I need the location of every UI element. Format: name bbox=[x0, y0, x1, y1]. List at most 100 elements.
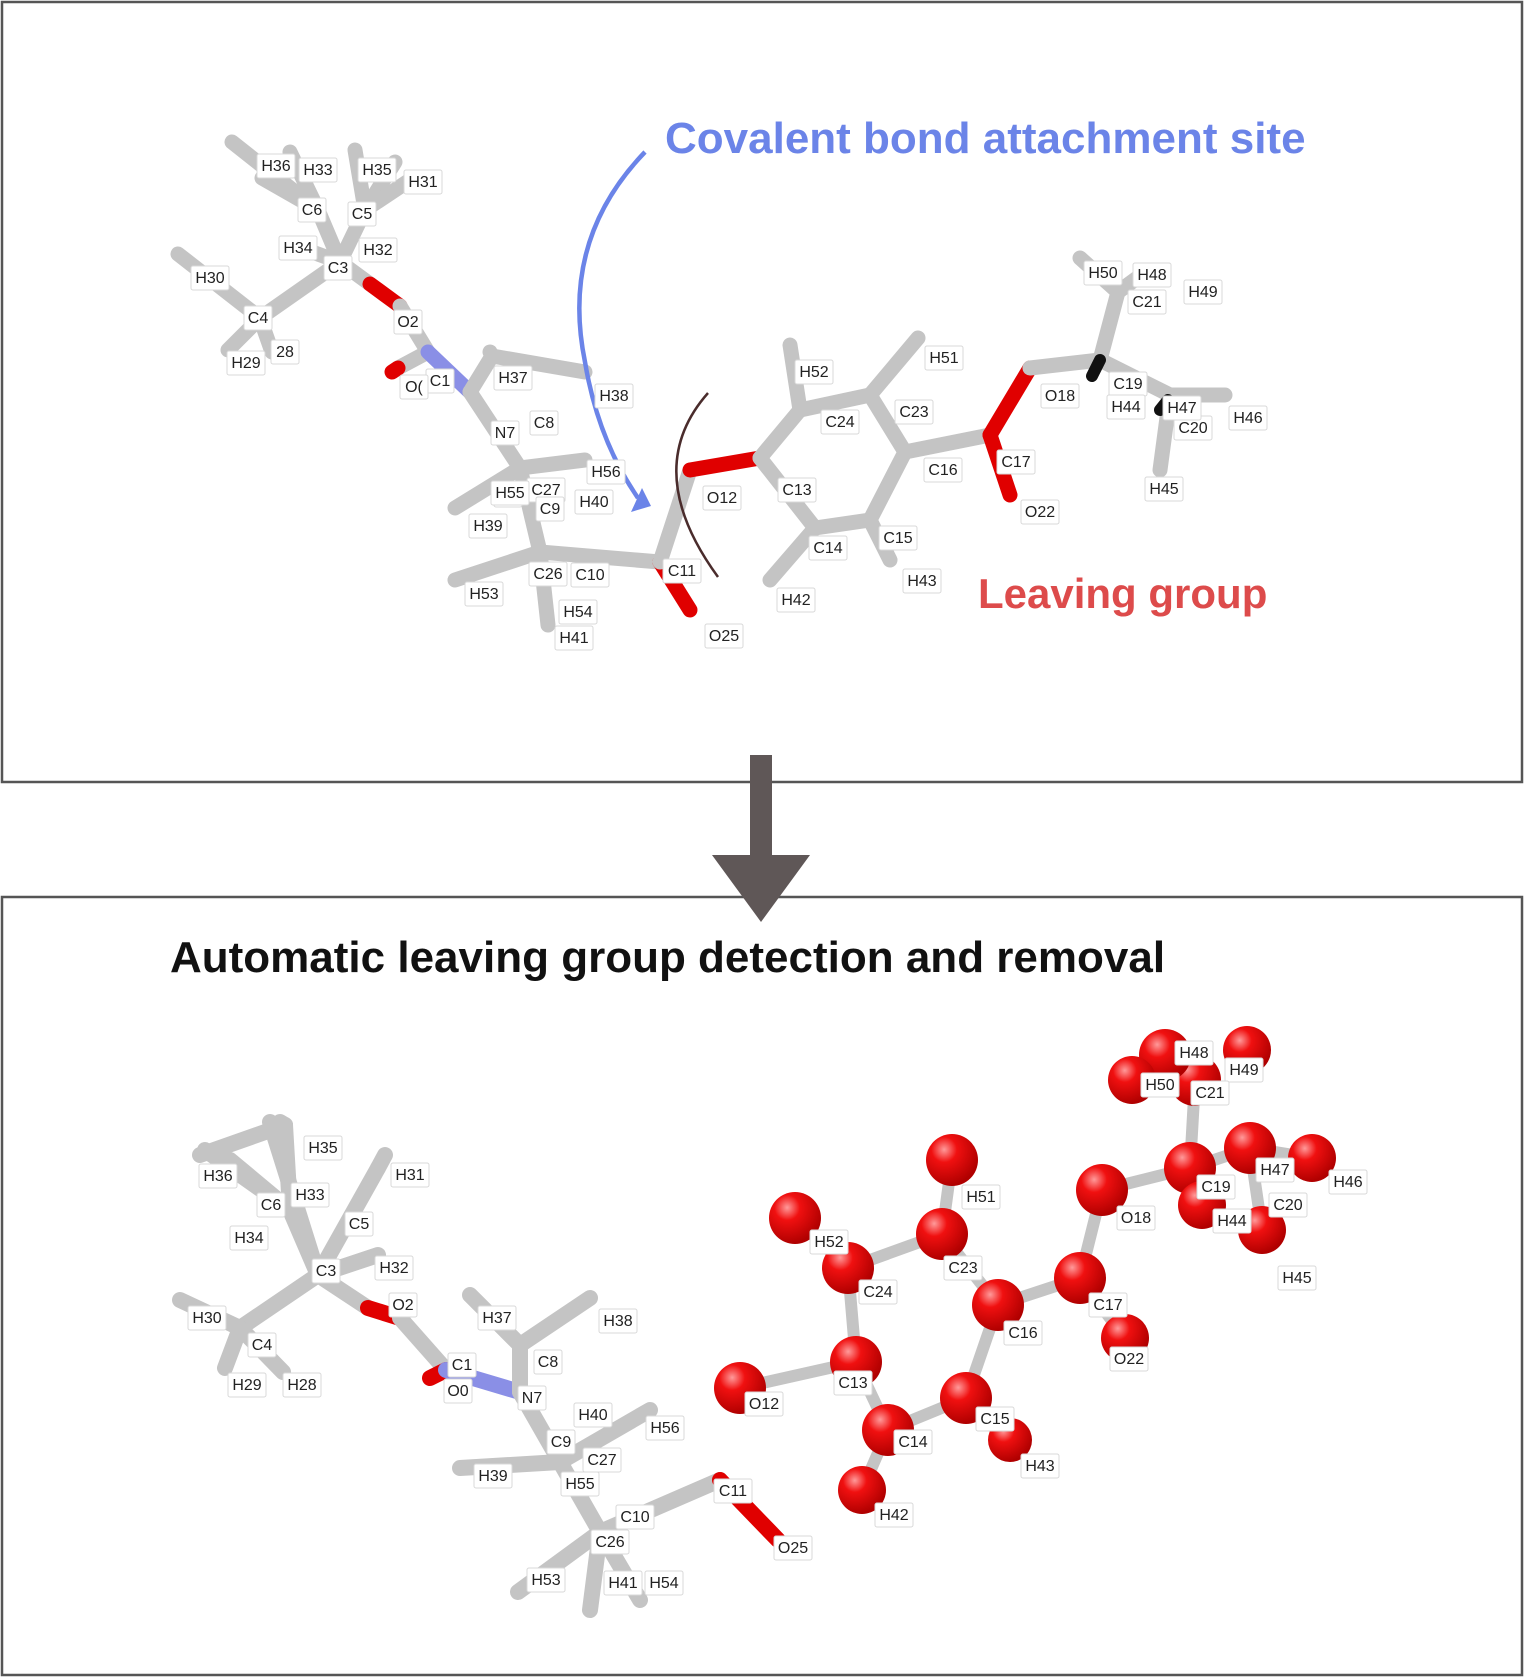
atom-label-text: H43 bbox=[907, 573, 936, 590]
atom-label: C24 bbox=[858, 1279, 898, 1305]
atom-label: C8 bbox=[533, 1349, 563, 1375]
atom-label: O18 bbox=[1116, 1205, 1156, 1231]
atom-label: H44 bbox=[1212, 1208, 1252, 1234]
atom-label: O( bbox=[399, 374, 429, 400]
atom-label: O25 bbox=[704, 623, 744, 649]
atom-label: H53 bbox=[526, 1567, 566, 1593]
atom-label-text: H40 bbox=[578, 1407, 607, 1424]
atom-label-text: H31 bbox=[408, 174, 437, 191]
atom-label: C1 bbox=[447, 1352, 477, 1378]
atom-label-text: O0 bbox=[447, 1383, 468, 1400]
atom-label: H55 bbox=[490, 480, 530, 506]
atom-label-text: H56 bbox=[650, 1420, 679, 1437]
atom-label: H32 bbox=[358, 237, 398, 263]
atom-label-text: H54 bbox=[649, 1575, 678, 1592]
atom-label-text: C8 bbox=[538, 1354, 559, 1371]
atom-label-text: C14 bbox=[813, 540, 842, 557]
atom-label-text: H39 bbox=[473, 518, 502, 535]
atom-label-text: C13 bbox=[838, 1375, 867, 1392]
atom-label: C10 bbox=[615, 1504, 655, 1530]
atom-label-text: H28 bbox=[287, 1377, 316, 1394]
atom-label-text: H42 bbox=[879, 1507, 908, 1524]
atom-label: H29 bbox=[226, 350, 266, 376]
atom-label-text: H52 bbox=[799, 364, 828, 381]
atom-label: H48 bbox=[1132, 262, 1172, 288]
atom-label-text: O2 bbox=[397, 314, 418, 331]
atom-label-text: H49 bbox=[1229, 1062, 1258, 1079]
atom-label-text: H47 bbox=[1260, 1162, 1289, 1179]
atom-label: H52 bbox=[809, 1229, 849, 1255]
atom-label: 28 bbox=[270, 339, 300, 365]
atom-label-text: C11 bbox=[719, 1483, 747, 1500]
atom-label-text: H29 bbox=[231, 355, 260, 372]
atom-label-text: C9 bbox=[540, 501, 561, 518]
atom-label-text: H39 bbox=[478, 1468, 507, 1485]
atom-label: O22 bbox=[1020, 499, 1060, 525]
atom-label: O2 bbox=[393, 309, 423, 335]
atom-label: H47 bbox=[1255, 1157, 1295, 1183]
atom-label-text: O22 bbox=[1114, 1351, 1144, 1368]
atom-label-text: H34 bbox=[283, 240, 312, 257]
atom-label-text: H54 bbox=[563, 604, 592, 621]
atom-label: C9 bbox=[535, 496, 565, 522]
atom-label: H42 bbox=[874, 1502, 914, 1528]
attachment-site-label: Covalent bond attachment site bbox=[665, 114, 1306, 163]
atom-label: O18 bbox=[1040, 383, 1080, 409]
atom-label: H49 bbox=[1224, 1057, 1264, 1083]
atom-label: H33 bbox=[298, 157, 338, 183]
atom-label-text: O22 bbox=[1025, 504, 1055, 521]
atom-label-text: H41 bbox=[608, 1575, 637, 1592]
atom-label: H50 bbox=[1140, 1072, 1180, 1098]
atom-label: H46 bbox=[1228, 405, 1268, 431]
atom-label-text: H53 bbox=[531, 1572, 560, 1589]
atom-label: H36 bbox=[198, 1163, 238, 1189]
atom-label: H36 bbox=[256, 153, 296, 179]
atom-label: C8 bbox=[529, 410, 559, 436]
atom-label-text: C10 bbox=[620, 1509, 649, 1526]
atom-label-text: C1 bbox=[430, 373, 451, 390]
atom-label: H54 bbox=[644, 1570, 684, 1596]
atom-label-text: C21 bbox=[1132, 294, 1161, 311]
atom-label-text: C17 bbox=[1001, 454, 1030, 471]
atom-label-text: H37 bbox=[498, 370, 527, 387]
atom-label-text: 28 bbox=[276, 344, 294, 361]
atom-label-text: C17 bbox=[1093, 1297, 1122, 1314]
atom-label: H34 bbox=[278, 235, 318, 261]
atom-label-text: C26 bbox=[533, 566, 562, 583]
atom-label-text: O18 bbox=[1045, 388, 1075, 405]
atom-label-text: O( bbox=[405, 379, 423, 396]
atom-label-text: C24 bbox=[825, 414, 854, 431]
atom-label-text: H50 bbox=[1088, 265, 1117, 282]
atom-label: H37 bbox=[477, 1305, 517, 1331]
atom-label-text: H48 bbox=[1137, 267, 1166, 284]
atom-label-text: H55 bbox=[565, 1476, 594, 1493]
atom-label-text: O18 bbox=[1121, 1210, 1151, 1227]
atom-label: N7 bbox=[490, 420, 520, 446]
atom-label-text: H51 bbox=[929, 350, 958, 367]
atom-label-text: H45 bbox=[1282, 1270, 1311, 1287]
atom-label: O12 bbox=[744, 1391, 784, 1417]
atom-label: H53 bbox=[464, 581, 504, 607]
atom-label-text: C26 bbox=[595, 1534, 624, 1551]
atom-label: H43 bbox=[1020, 1453, 1060, 1479]
atom-label: C20 bbox=[1268, 1192, 1308, 1218]
atom-label-text: C16 bbox=[1008, 1325, 1037, 1342]
atom-label: H29 bbox=[227, 1372, 267, 1398]
atom-label-text: H36 bbox=[261, 158, 290, 175]
atom-label-text: H32 bbox=[379, 1260, 408, 1277]
panel-title: Automatic leaving group detection and re… bbox=[170, 933, 1165, 982]
atom-label: H46 bbox=[1328, 1169, 1368, 1195]
atom-label-text: H37 bbox=[482, 1310, 511, 1327]
removed-atom-sphere bbox=[926, 1134, 978, 1186]
atom-label: C3 bbox=[311, 1258, 341, 1284]
atom-label: H43 bbox=[902, 568, 942, 594]
atom-label: C24 bbox=[820, 409, 860, 435]
atom-label-text: H32 bbox=[363, 242, 392, 259]
atom-label: C27 bbox=[582, 1447, 622, 1473]
atom-label-text: H44 bbox=[1111, 399, 1140, 416]
atom-label-text: H34 bbox=[234, 1230, 263, 1247]
atom-label-text: C16 bbox=[928, 462, 957, 479]
atom-label-text: C6 bbox=[261, 1197, 282, 1214]
atom-label-text: C19 bbox=[1201, 1179, 1230, 1196]
atom-label: H45 bbox=[1144, 476, 1184, 502]
